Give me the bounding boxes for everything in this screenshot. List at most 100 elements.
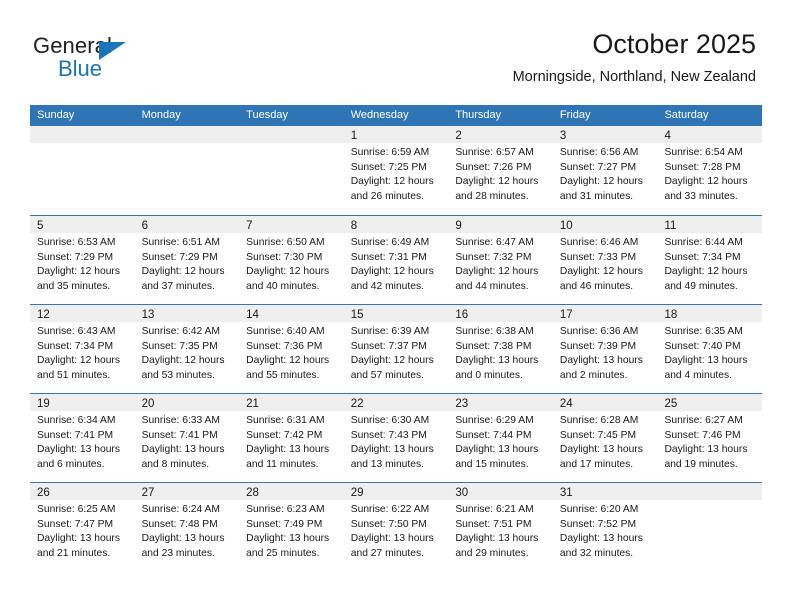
daylight-text-line2: and 35 minutes. — [37, 280, 111, 292]
daylight-text-line2: and 26 minutes. — [350, 190, 425, 202]
daylight-text-line1: Daylight: 13 hours — [559, 533, 643, 544]
daylight-text-line1: Daylight: 13 hours — [141, 533, 225, 544]
calendar-day-cell[interactable]: 31 Sunrise: 6:20 AM Sunset: 7:52 PM Dayligh… — [552, 483, 658, 571]
calendar-day-cell[interactable]: 18 Sunrise: 6:35 AM Sunset: 7:40 PM Dayligh… — [657, 305, 763, 393]
sunset-text: Sunset: 7:39 PM — [559, 340, 637, 352]
sunrise-text: Sunrise: 6:34 AM — [37, 415, 116, 426]
calendar-day-cell[interactable]: 16 Sunrise: 6:38 AM Sunset: 7:38 PM Dayligh… — [448, 305, 553, 393]
calendar-day-cell[interactable]: 26 Sunrise: 6:25 AM Sunset: 7:47 PM Dayligh… — [30, 483, 135, 571]
sunset-text: Sunset: 7:29 PM — [141, 251, 218, 263]
day-number-band: 10 — [552, 216, 658, 233]
calendar-day-cell[interactable]: 20 Sunrise: 6:33 AM Sunset: 7:41 PM Dayligh… — [134, 394, 240, 482]
day-details: Sunrise: 6:56 AM Sunset: 7:27 PM Daylight:… — [553, 143, 658, 204]
day-number-band: 26 — [30, 483, 135, 500]
sunrise-text: Sunrise: 6:30 AM — [350, 415, 430, 426]
daylight-text-line2: and 25 minutes. — [246, 547, 320, 559]
sunset-text: Sunset: 7:51 PM — [455, 518, 532, 530]
daylight-text-line2: and 13 minutes. — [350, 458, 425, 470]
calendar-day-cell[interactable]: 8 Sunrise: 6:49 AM Sunset: 7:31 PM Daylight… — [343, 216, 449, 304]
calendar-weeks: 1 Sunrise: 6:59 AM Sunset: 7:25 PM Daylight… — [30, 126, 763, 571]
calendar-week-row: 26 Sunrise: 6:25 AM Sunset: 7:47 PM Dayligh… — [30, 482, 763, 571]
weekday-wednesday: Wednesday — [350, 109, 409, 121]
day-number: 14 — [246, 309, 259, 321]
calendar-day-cell[interactable]: 4 Sunrise: 6:54 AM Sunset: 7:28 PM Daylight… — [657, 126, 763, 215]
day-number: 31 — [559, 487, 573, 499]
daylight-text-line1: Daylight: 13 hours — [455, 355, 539, 366]
calendar-day-cell[interactable]: 17 Sunrise: 6:36 AM Sunset: 7:39 PM Dayligh… — [552, 305, 658, 393]
daylight-text-line2: and 44 minutes. — [455, 280, 529, 292]
day-number: 15 — [350, 309, 364, 321]
calendar-day-cell[interactable]: 15 Sunrise: 6:39 AM Sunset: 7:37 PM Dayligh… — [343, 305, 449, 393]
calendar-day-cell[interactable]: 19 Sunrise: 6:34 AM Sunset: 7:41 PM Dayligh… — [30, 394, 135, 482]
daylight-text-line1: Daylight: 12 hours — [455, 176, 539, 187]
sunset-text: Sunset: 7:30 PM — [246, 251, 323, 263]
sunset-text: Sunset: 7:41 PM — [37, 429, 114, 441]
calendar-day-cell[interactable]: 13 Sunrise: 6:42 AM Sunset: 7:35 PM Dayligh… — [134, 305, 240, 393]
daylight-text-line2: and 51 minutes. — [37, 369, 111, 381]
generalblue-logo[interactable]: General Blue — [33, 33, 203, 85]
calendar-day-cell[interactable]: 21 Sunrise: 6:31 AM Sunset: 7:42 PM Dayligh… — [239, 394, 344, 482]
calendar-day-cell[interactable]: 14 Sunrise: 6:40 AM Sunset: 7:36 PM Dayligh… — [239, 305, 344, 393]
calendar-day-cell[interactable]: 6 Sunrise: 6:51 AM Sunset: 7:29 PM Daylight… — [134, 216, 240, 304]
calendar-day-cell[interactable]: 28 Sunrise: 6:23 AM Sunset: 7:49 PM Dayligh… — [239, 483, 344, 571]
day-number-band: 2 — [448, 126, 553, 143]
calendar-day-cell[interactable]: 22 Sunrise: 6:30 AM Sunset: 7:43 PM Dayligh… — [343, 394, 449, 482]
day-details: Sunrise: 6:42 AM Sunset: 7:35 PM Daylight:… — [135, 322, 240, 383]
day-number-band: 14 — [239, 305, 344, 322]
sunset-text: Sunset: 7:26 PM — [455, 161, 532, 173]
day-number-band: 27 — [134, 483, 240, 500]
day-number: 28 — [246, 487, 259, 499]
calendar-day-cell[interactable]: 23 Sunrise: 6:29 AM Sunset: 7:44 PM Dayligh… — [448, 394, 553, 482]
day-number-band: 12 — [30, 305, 135, 322]
calendar-day-cell[interactable]: 11 Sunrise: 6:44 AM Sunset: 7:34 PM Dayligh… — [657, 216, 763, 304]
calendar-day-cell[interactable]: 24 Sunrise: 6:28 AM Sunset: 7:45 PM Dayligh… — [552, 394, 658, 482]
daylight-text-line1: Daylight: 12 hours — [664, 176, 748, 187]
daylight-text-line1: Daylight: 12 hours — [559, 266, 643, 277]
calendar-day-cell[interactable]: 10 Sunrise: 6:46 AM Sunset: 7:33 PM Dayligh… — [552, 216, 658, 304]
sunrise-text: Sunrise: 6:36 AM — [559, 326, 639, 337]
day-details: Sunrise: 6:57 AM Sunset: 7:26 PM Daylight:… — [448, 143, 553, 204]
sunrise-text: Sunrise: 6:29 AM — [455, 415, 534, 426]
triangle-icon — [99, 42, 126, 60]
calendar-week-row: 12 Sunrise: 6:43 AM Sunset: 7:34 PM Dayligh… — [30, 304, 763, 393]
calendar-day-cell[interactable]: 30 Sunrise: 6:21 AM Sunset: 7:51 PM Dayligh… — [448, 483, 553, 571]
day-number-band: 6 — [134, 216, 240, 233]
calendar-day-cell[interactable]: 27 Sunrise: 6:24 AM Sunset: 7:48 PM Dayligh… — [134, 483, 240, 571]
calendar-day-cell[interactable]: 2 Sunrise: 6:57 AM Sunset: 7:26 PM Daylight… — [448, 126, 553, 215]
sunrise-text: Sunrise: 6:56 AM — [559, 147, 639, 158]
calendar-day-cell[interactable]: 25 Sunrise: 6:27 AM Sunset: 7:46 PM Dayligh… — [657, 394, 763, 482]
day-details: Sunrise: 6:43 AM Sunset: 7:34 PM Daylight:… — [30, 322, 135, 383]
day-number-band: 17 — [552, 305, 658, 322]
sunset-text: Sunset: 7:33 PM — [559, 251, 637, 263]
calendar-grid: Sunday Monday Tuesday Wednesday Thursday… — [30, 105, 763, 571]
day-number-band: 16 — [448, 305, 553, 322]
calendar-day-cell[interactable]: 1 Sunrise: 6:59 AM Sunset: 7:25 PM Daylight… — [343, 126, 449, 215]
day-number: 21 — [246, 398, 259, 410]
sunrise-text: Sunrise: 6:28 AM — [559, 415, 639, 426]
daylight-text-line2: and 57 minutes. — [350, 369, 425, 381]
calendar-day-cell[interactable]: 12 Sunrise: 6:43 AM Sunset: 7:34 PM Dayligh… — [30, 305, 135, 393]
calendar-day-cell[interactable]: 9 Sunrise: 6:47 AM Sunset: 7:32 PM Daylight… — [448, 216, 553, 304]
sunrise-text: Sunrise: 6:54 AM — [664, 147, 743, 158]
sunrise-text: Sunrise: 6:35 AM — [664, 326, 743, 337]
day-details: Sunrise: 6:24 AM Sunset: 7:48 PM Daylight:… — [135, 500, 240, 561]
daylight-text-line2: and 40 minutes. — [246, 280, 320, 292]
sunset-text: Sunset: 7:38 PM — [455, 340, 532, 352]
day-details: Sunrise: 6:54 AM Sunset: 7:28 PM Daylight:… — [657, 143, 762, 204]
daylight-text-line1: Daylight: 13 hours — [37, 533, 120, 544]
day-number: 18 — [664, 309, 678, 321]
day-details: Sunrise: 6:39 AM Sunset: 7:37 PM Daylight:… — [344, 322, 449, 383]
calendar-day-cell[interactable]: 29 Sunrise: 6:22 AM Sunset: 7:50 PM Dayligh… — [343, 483, 449, 571]
calendar-day-cell[interactable]: 7 Sunrise: 6:50 AM Sunset: 7:30 PM Daylight… — [239, 216, 344, 304]
calendar-day-cell[interactable]: 3 Sunrise: 6:56 AM Sunset: 7:27 PM Daylight… — [552, 126, 658, 215]
day-details: Sunrise: 6:29 AM Sunset: 7:44 PM Daylight:… — [448, 411, 553, 472]
day-number: 11 — [664, 220, 677, 232]
calendar-day-cell-empty — [239, 126, 344, 215]
day-number: 30 — [455, 487, 469, 499]
calendar-day-cell[interactable]: 5 Sunrise: 6:53 AM Sunset: 7:29 PM Daylight… — [30, 216, 135, 304]
day-number-band — [239, 126, 344, 143]
sunrise-text: Sunrise: 6:23 AM — [246, 504, 325, 515]
daylight-text-line2: and 32 minutes. — [559, 547, 634, 559]
sunset-text: Sunset: 7:31 PM — [350, 251, 427, 263]
daylight-text-line1: Daylight: 12 hours — [350, 355, 434, 366]
